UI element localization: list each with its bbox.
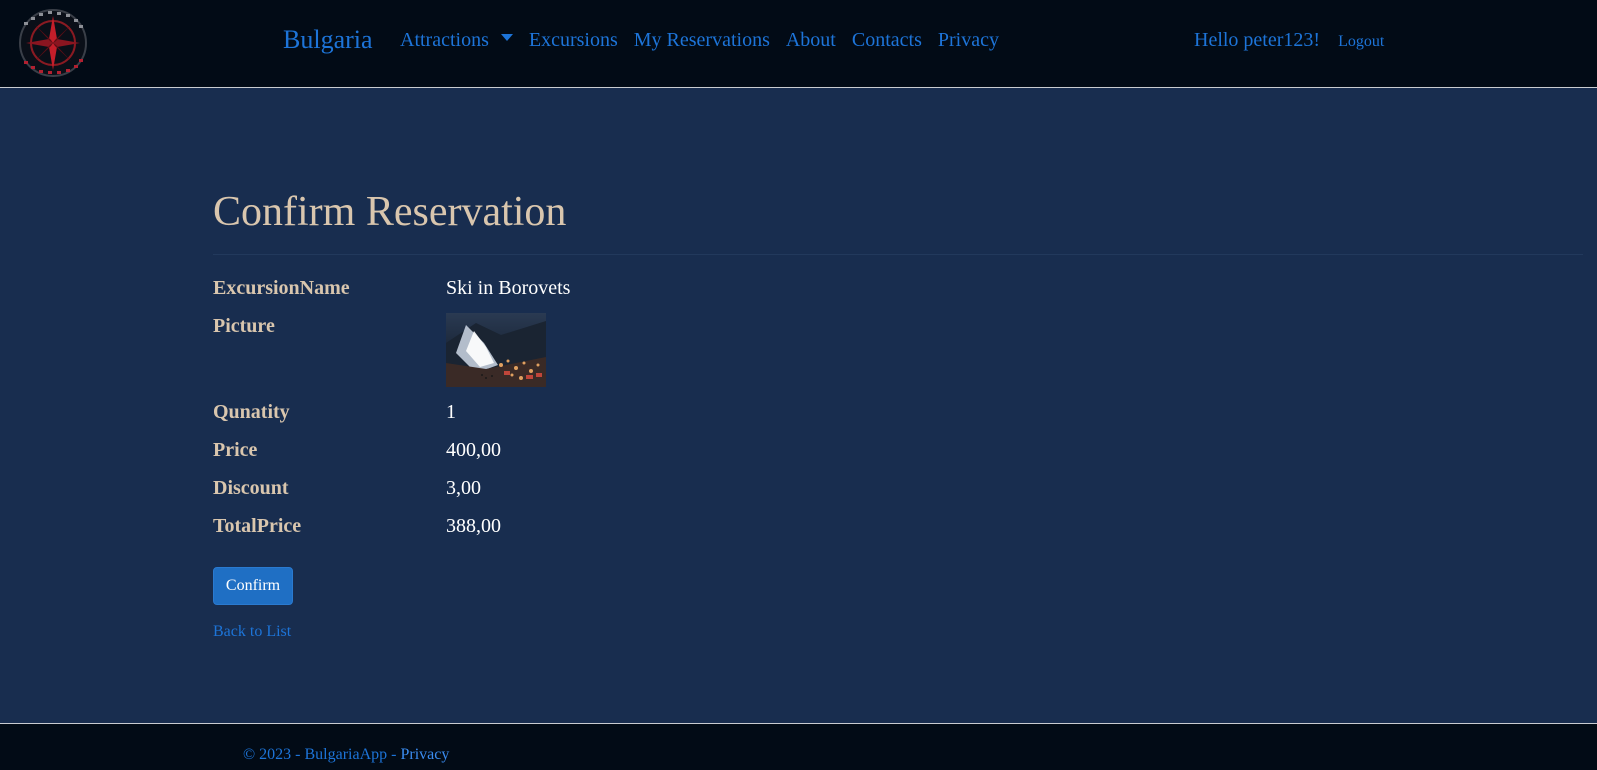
footer-text: © 2023 - BulgariaApp - Privacy	[243, 746, 449, 764]
price-label: Price	[213, 439, 258, 461]
footer-copyright: © 2023 - BulgariaApp -	[243, 746, 401, 763]
nav-attractions-dropdown[interactable]: Attractions	[400, 29, 513, 52]
detail-row-quantity: Qunatity 1	[213, 399, 1583, 425]
main-nav: Attractions Excursions My Reservations A…	[400, 29, 1015, 52]
picture-value	[446, 313, 546, 387]
compass-logo[interactable]	[18, 8, 88, 78]
nav-contacts[interactable]: Contacts	[852, 29, 922, 52]
excursion-name-label: ExcursionName	[213, 277, 350, 299]
total-price-label: TotalPrice	[213, 515, 302, 537]
detail-row-discount: Discount 3,00	[213, 475, 1583, 501]
discount-value: 3,00	[446, 477, 481, 499]
footer-privacy-link[interactable]: Privacy	[400, 746, 449, 763]
back-to-list-link[interactable]: Back to List	[213, 623, 1583, 641]
user-area: Hello peter123! Logout	[1194, 29, 1384, 52]
reservation-details: ExcursionName Ski in Borovets Picture Qu…	[213, 275, 1583, 539]
detail-row-excursion-name: ExcursionName Ski in Borovets	[213, 275, 1583, 301]
detail-row-total-price: TotalPrice 388,00	[213, 513, 1583, 539]
quantity-label: Qunatity	[213, 401, 290, 423]
price-value: 400,00	[446, 439, 501, 461]
main-content: Confirm Reservation ExcursionName Ski in…	[213, 186, 1583, 641]
picture-label: Picture	[213, 315, 275, 337]
page-title: Confirm Reservation	[213, 189, 567, 235]
nav-my-reservations[interactable]: My Reservations	[634, 29, 770, 52]
footer: © 2023 - BulgariaApp - Privacy	[0, 723, 1597, 770]
nav-attractions-label: Attractions	[400, 29, 489, 51]
nav-privacy[interactable]: Privacy	[938, 29, 999, 52]
excursion-picture	[446, 313, 546, 387]
caret-down-icon	[500, 34, 513, 41]
detail-row-picture: Picture	[213, 313, 1583, 387]
confirm-button[interactable]: Confirm	[213, 567, 293, 605]
top-navbar: Bulgaria Attractions Excursions My Reser…	[0, 0, 1597, 88]
user-greeting[interactable]: Hello peter123!	[1194, 29, 1320, 52]
quantity-value: 1	[446, 401, 456, 423]
detail-row-price: Price 400,00	[213, 437, 1583, 463]
nav-about[interactable]: About	[786, 29, 836, 52]
logout-link[interactable]: Logout	[1338, 33, 1384, 51]
excursion-name-value: Ski in Borovets	[446, 277, 571, 299]
brand-link[interactable]: Bulgaria	[283, 25, 373, 55]
nav-excursions[interactable]: Excursions	[529, 29, 618, 52]
discount-label: Discount	[213, 477, 289, 499]
title-divider	[213, 254, 1583, 255]
total-price-value: 388,00	[446, 515, 501, 537]
